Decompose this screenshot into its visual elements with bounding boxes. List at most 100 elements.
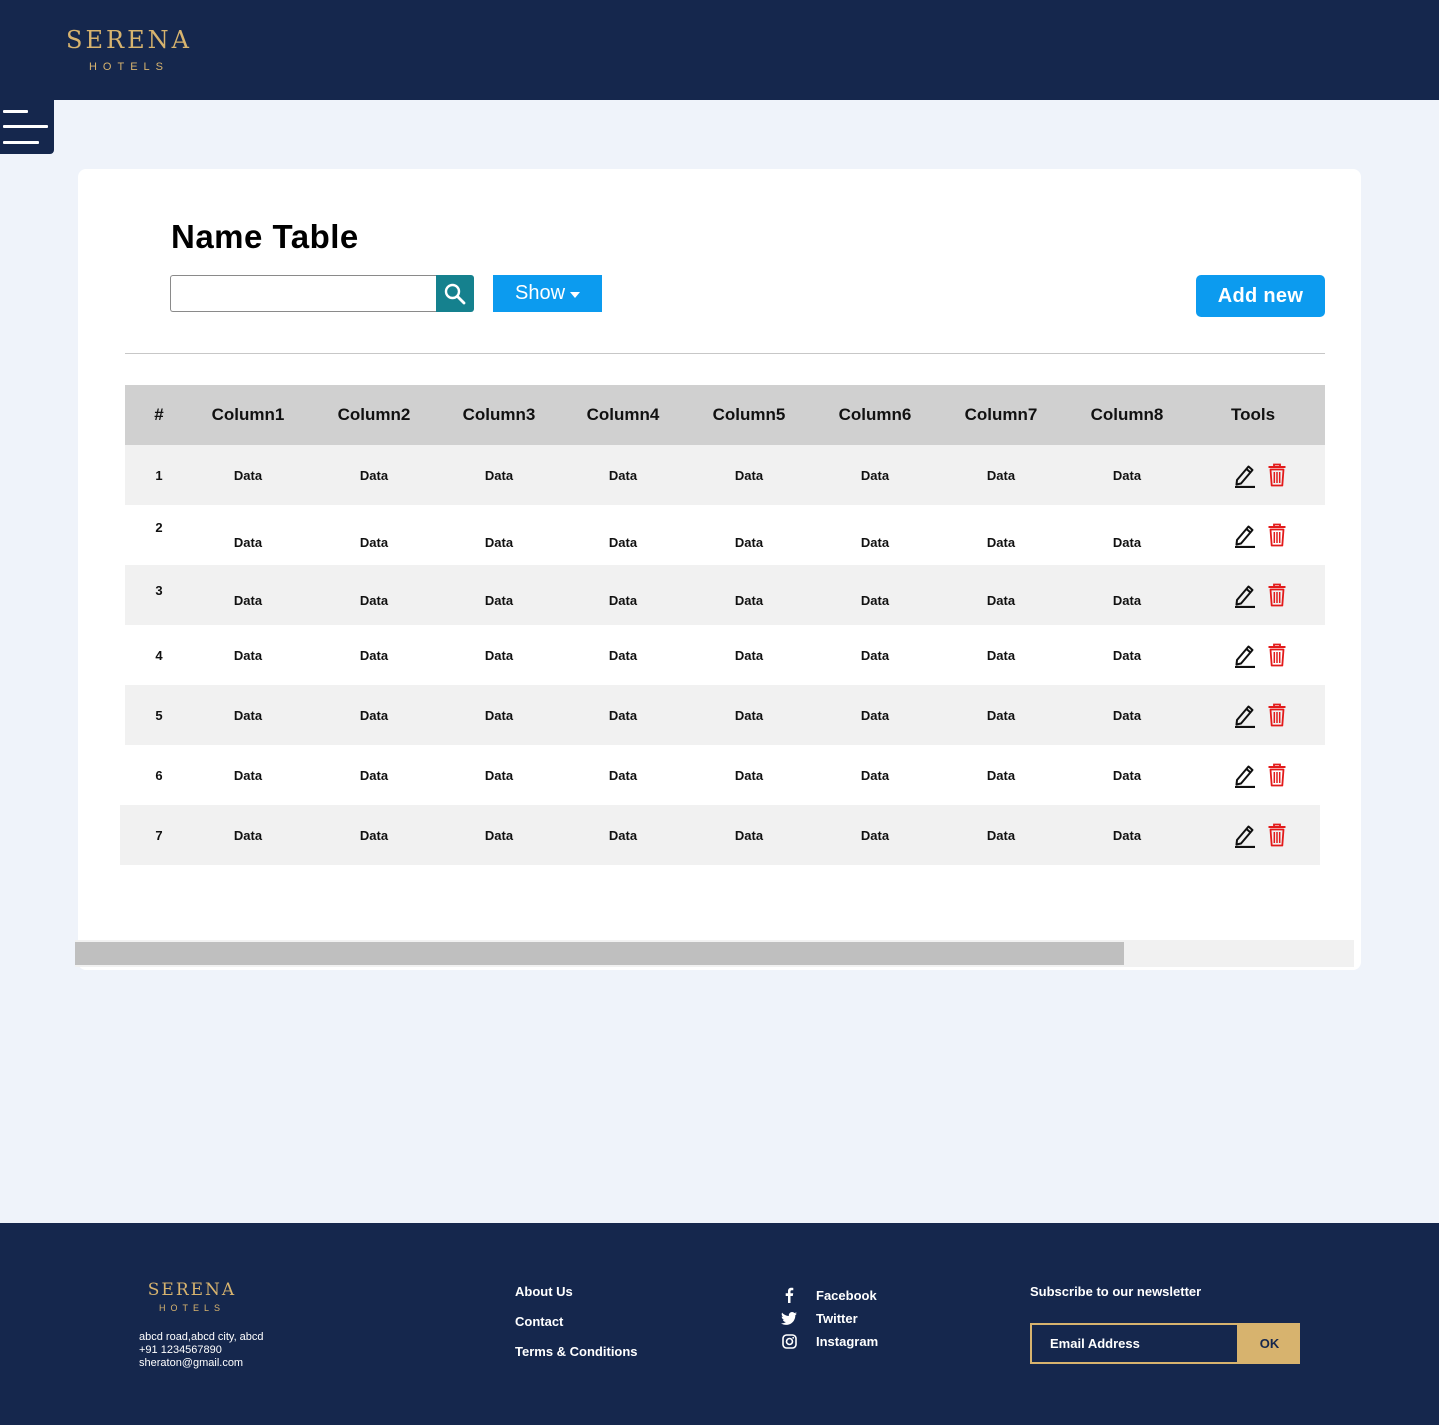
- column-header: Column1: [211, 405, 285, 424]
- edit-button[interactable]: [1233, 522, 1257, 549]
- table-header: # Column1 Column2 Column3 Column4 Column5 Colu…: [125, 385, 1325, 445]
- site-header: SERENA HOTELS: [0, 0, 1439, 100]
- caret-down-icon: [570, 291, 581, 298]
- add-new-button[interactable]: Add new: [1196, 275, 1325, 317]
- phone-number: +91 1234567890: [139, 1344, 222, 1356]
- footer-logo[interactable]: SERENA HOTELS: [145, 1280, 239, 1313]
- social-link-instagram[interactable]: Instagram: [780, 1331, 878, 1351]
- hamburger-menu-button[interactable]: [0, 100, 54, 154]
- table-row: 2 Data Data Data Data Data Data Data Data: [125, 505, 1325, 565]
- table-cell: Data: [484, 592, 514, 608]
- edit-icon: [1235, 465, 1255, 489]
- table-cell: Data: [233, 467, 263, 483]
- table-cell: Data: [608, 707, 638, 723]
- delete-button[interactable]: [1267, 583, 1291, 609]
- column-header: Column8: [1090, 405, 1164, 424]
- edit-icon: [1235, 585, 1255, 609]
- edit-icon: [1235, 705, 1255, 729]
- table-cell: Data: [359, 767, 389, 783]
- header-logo[interactable]: SERENA HOTELS: [66, 26, 192, 73]
- table-row: 4 Data Data Data Data Data Data Data Data: [125, 625, 1325, 685]
- row-number: 1: [155, 467, 163, 483]
- table-cell: Data: [860, 467, 890, 483]
- social-link-facebook[interactable]: Facebook: [780, 1285, 877, 1305]
- table-cell: Data: [484, 827, 514, 843]
- page-title: Name Table: [171, 218, 359, 255]
- edit-icon: [1235, 825, 1255, 849]
- search-input[interactable]: [170, 275, 436, 312]
- delete-button[interactable]: [1267, 823, 1291, 849]
- table-cell: Data: [860, 767, 890, 783]
- social-link-twitter[interactable]: Twitter: [780, 1308, 858, 1328]
- edit-icon: [1235, 525, 1255, 549]
- show-dropdown-button[interactable]: Show: [493, 275, 602, 312]
- footer-link-contact[interactable]: Contact: [515, 1314, 563, 1329]
- column-header-tools: Tools: [1230, 405, 1276, 424]
- table-cell: Data: [986, 827, 1016, 843]
- table-cell: Data: [233, 827, 263, 843]
- table-cell: Data: [359, 827, 389, 843]
- search-button[interactable]: [436, 275, 474, 312]
- social-label: Facebook: [816, 1287, 877, 1303]
- facebook-icon: [785, 1287, 794, 1303]
- table-cell: Data: [608, 647, 638, 663]
- edit-button[interactable]: [1233, 822, 1257, 849]
- table-cell: Data: [484, 467, 514, 483]
- email-address: sheraton@gmail.com: [139, 1357, 244, 1369]
- table-cell: Data: [359, 467, 389, 483]
- delete-button[interactable]: [1267, 763, 1291, 789]
- delete-button[interactable]: [1267, 703, 1291, 729]
- divider: [125, 353, 1325, 354]
- table-cell: Data: [860, 707, 890, 723]
- edit-button[interactable]: [1233, 642, 1257, 669]
- table-cell: Data: [233, 707, 263, 723]
- table-cell: Data: [986, 592, 1016, 608]
- table-cell: Data: [734, 767, 764, 783]
- table-cell: Data: [1112, 827, 1142, 843]
- delete-button[interactable]: [1267, 643, 1291, 669]
- table-cell: Data: [359, 592, 389, 608]
- row-number: 5: [155, 707, 163, 723]
- footer-link-about-us[interactable]: About Us: [515, 1284, 573, 1299]
- menu-line: [3, 125, 48, 128]
- table-cell: Data: [1112, 467, 1142, 483]
- delete-button[interactable]: [1267, 463, 1291, 489]
- trash-icon: [1268, 763, 1286, 787]
- table-cell: Data: [860, 592, 890, 608]
- edit-button[interactable]: [1233, 702, 1257, 729]
- table-row: 3 Data Data Data Data Data Data Data Data: [125, 565, 1325, 625]
- table-cell: Data: [986, 534, 1016, 550]
- horizontal-scrollbar[interactable]: [75, 940, 1354, 967]
- table-cell: Data: [608, 767, 638, 783]
- newsletter-title: Subscribe to our newsletter: [1030, 1284, 1202, 1299]
- table-cell: Data: [860, 647, 890, 663]
- row-number: 4: [155, 647, 163, 663]
- logo-wordmark: SERENA: [66, 26, 192, 54]
- table-cell: Data: [986, 647, 1016, 663]
- edit-button[interactable]: [1233, 762, 1257, 789]
- table-cell: Data: [608, 592, 638, 608]
- table-cell: Data: [986, 707, 1016, 723]
- table-row: 1 Data Data Data Data Data Data Data Data: [125, 445, 1325, 505]
- row-number: 3: [155, 582, 163, 598]
- column-header: Column7: [964, 405, 1038, 424]
- edit-button[interactable]: [1233, 582, 1257, 609]
- table-cell: Data: [1112, 707, 1142, 723]
- trash-icon: [1268, 643, 1286, 667]
- column-header: Column4: [586, 405, 660, 424]
- site-footer: SERENA HOTELS abcd road,abcd city, abcd …: [0, 1223, 1439, 1425]
- table-cell: Data: [1112, 647, 1142, 663]
- table-cell: Data: [484, 767, 514, 783]
- table-cell: Data: [1112, 534, 1142, 550]
- scrollbar-thumb[interactable]: [75, 942, 1124, 965]
- table-cell: Data: [1112, 592, 1142, 608]
- social-label: Twitter: [816, 1310, 858, 1326]
- newsletter-submit-button[interactable]: OK: [1239, 1323, 1300, 1364]
- table-row: 5 Data Data Data Data Data Data Data Data: [125, 685, 1325, 745]
- column-header: Column2: [337, 405, 411, 424]
- edit-button[interactable]: [1233, 462, 1257, 489]
- newsletter-email-input[interactable]: [1030, 1323, 1239, 1364]
- trash-icon: [1268, 703, 1286, 727]
- footer-link-terms[interactable]: Terms & Conditions: [515, 1344, 638, 1359]
- delete-button[interactable]: [1267, 523, 1291, 549]
